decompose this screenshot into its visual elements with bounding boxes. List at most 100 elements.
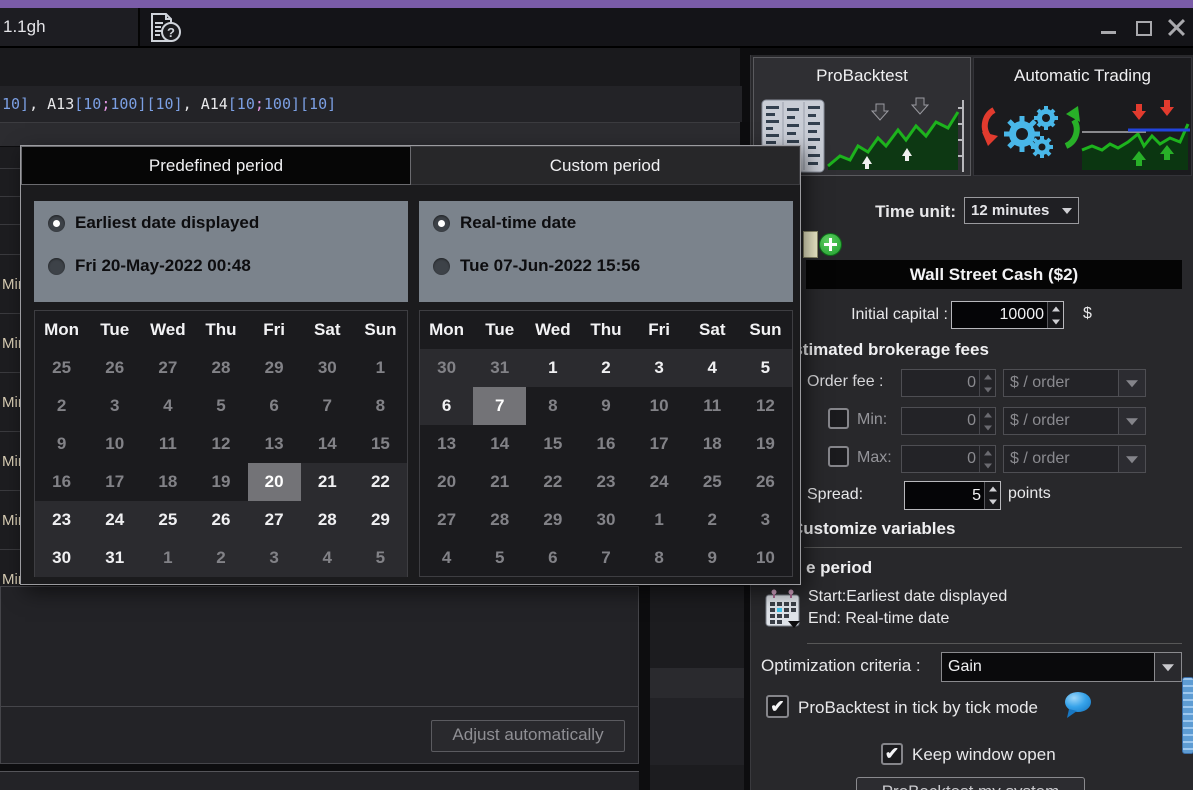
calendar-day[interactable]: 14 [301, 425, 354, 463]
period-calendar-icon[interactable] [764, 589, 802, 634]
calendar-day[interactable]: 29 [248, 349, 301, 387]
calendar-day[interactable]: 6 [420, 387, 474, 425]
calendar-day[interactable]: 15 [526, 425, 579, 463]
calendar-day[interactable]: 16 [579, 425, 632, 463]
calendar-day[interactable]: 1 [354, 349, 407, 387]
calendar-day[interactable]: 25 [686, 463, 739, 501]
calendar-day[interactable]: 11 [141, 425, 194, 463]
calendar-day[interactable]: 30 [301, 349, 354, 387]
initial-capital-field[interactable]: 10000 [951, 301, 1064, 329]
calendar-day[interactable]: 28 [473, 501, 526, 539]
document-tab[interactable]: 1.1gh [0, 8, 140, 46]
minimize-icon[interactable] [1099, 18, 1119, 38]
radio-start-date[interactable]: Fri 20-May-2022 00:48 [48, 256, 251, 276]
calendar-day[interactable]: 3 [247, 539, 301, 577]
calendar-day[interactable]: 4 [685, 349, 739, 387]
calendar-day[interactable]: 12 [194, 425, 247, 463]
calendar-day[interactable]: 17 [88, 463, 141, 501]
calendar-day[interactable]: 5 [473, 539, 526, 577]
tab-predefined-period[interactable]: Predefined period [21, 146, 411, 185]
calendar-day[interactable]: 7 [473, 387, 527, 425]
spread-stepper[interactable] [984, 482, 1000, 509]
calendar-day[interactable]: 22 [526, 463, 579, 501]
min-checkbox[interactable] [828, 408, 849, 429]
calendar-day[interactable]: 31 [88, 539, 142, 577]
tab-custom-period[interactable]: Custom period [411, 146, 800, 185]
calendar-day[interactable]: 11 [686, 387, 739, 425]
calendar-day[interactable]: 8 [354, 387, 407, 425]
calendar-day[interactable]: 18 [686, 425, 739, 463]
info-bubble-icon[interactable] [1063, 691, 1093, 724]
calendar-day[interactable]: 13 [420, 425, 473, 463]
calendar-day[interactable]: 7 [579, 539, 632, 577]
calendar-day[interactable]: 1 [633, 501, 686, 539]
calendar-day[interactable]: 4 [141, 387, 194, 425]
calendar-day[interactable]: 6 [526, 539, 579, 577]
spread-field[interactable]: 5 [904, 481, 1001, 510]
optimization-criteria-select[interactable]: Gain [941, 652, 1182, 682]
calendar-day[interactable]: 1 [141, 539, 195, 577]
calendar-day[interactable]: 31 [473, 349, 527, 387]
calendar-day[interactable]: 28 [300, 501, 354, 539]
calendar-day[interactable]: 2 [686, 501, 739, 539]
calendar-day[interactable]: 20 [247, 463, 301, 501]
calendar-day[interactable]: 8 [633, 539, 686, 577]
calendar-day[interactable]: 1 [526, 349, 580, 387]
calendar-day[interactable]: 2 [579, 349, 633, 387]
calendar-day[interactable]: 30 [420, 349, 474, 387]
max-checkbox[interactable] [828, 446, 849, 467]
calendar-day[interactable]: 25 [141, 501, 195, 539]
tab-automatic-trading[interactable]: Automatic Trading [973, 57, 1192, 176]
tick-mode-checkbox[interactable] [766, 695, 789, 718]
calendar-day[interactable]: 19 [739, 425, 792, 463]
calendar-day[interactable]: 10 [88, 425, 141, 463]
calendar-day[interactable]: 22 [353, 463, 407, 501]
calendar-day[interactable]: 20 [420, 463, 473, 501]
initial-capital-stepper[interactable] [1047, 302, 1063, 328]
calendar-day[interactable]: 29 [526, 501, 579, 539]
calendar-day[interactable]: 19 [194, 463, 247, 501]
calendar-day[interactable]: 23 [579, 463, 632, 501]
calendar-day[interactable]: 30 [35, 539, 89, 577]
calendar-day[interactable]: 18 [141, 463, 194, 501]
calendar-day[interactable]: 3 [88, 387, 141, 425]
calendar-day[interactable]: 21 [473, 463, 526, 501]
run-backtest-button[interactable]: ProBacktest my system [856, 777, 1085, 790]
calendar-day[interactable]: 2 [194, 539, 248, 577]
calendar-day[interactable]: 30 [579, 501, 632, 539]
calendar-day[interactable]: 9 [686, 539, 739, 577]
calendar-day[interactable]: 26 [88, 349, 141, 387]
scrollbar-thumb[interactable] [1182, 677, 1193, 754]
add-instrument-button[interactable] [819, 233, 842, 256]
calendar-day[interactable]: 28 [194, 349, 247, 387]
calendar-day[interactable]: 5 [194, 387, 247, 425]
calendar-day[interactable]: 6 [248, 387, 301, 425]
calendar-day[interactable]: 7 [301, 387, 354, 425]
calendar-day[interactable]: 27 [247, 501, 301, 539]
calendar-day[interactable]: 5 [738, 349, 792, 387]
calendar-day[interactable]: 9 [579, 387, 632, 425]
calendar-day[interactable]: 24 [88, 501, 142, 539]
calendar-day[interactable]: 9 [35, 425, 88, 463]
time-unit-dropdown[interactable]: 12 minutes [964, 197, 1079, 224]
calendar-day[interactable]: 27 [420, 501, 473, 539]
calendar-day[interactable]: 24 [633, 463, 686, 501]
instrument-tab[interactable] [803, 231, 818, 258]
calendar-day[interactable]: 29 [353, 501, 407, 539]
calendar-day[interactable]: 26 [739, 463, 792, 501]
calendar-day[interactable]: 2 [35, 387, 88, 425]
calendar-day[interactable]: 8 [526, 387, 579, 425]
radio-realtime-date[interactable]: Real-time date [433, 213, 576, 233]
calendar-day[interactable]: 10 [739, 539, 792, 577]
calendar-day[interactable]: 13 [248, 425, 301, 463]
calendar-day[interactable]: 23 [35, 501, 89, 539]
help-document-icon[interactable]: ? [148, 12, 182, 49]
calendar-day[interactable]: 17 [633, 425, 686, 463]
calendar-day[interactable]: 4 [300, 539, 354, 577]
keep-window-checkbox[interactable] [881, 743, 903, 765]
calendar-day[interactable]: 27 [141, 349, 194, 387]
calendar-day[interactable]: 21 [300, 463, 354, 501]
calendar-day[interactable]: 12 [739, 387, 792, 425]
calendar-day[interactable]: 3 [739, 501, 792, 539]
calendar-day[interactable]: 4 [420, 539, 473, 577]
